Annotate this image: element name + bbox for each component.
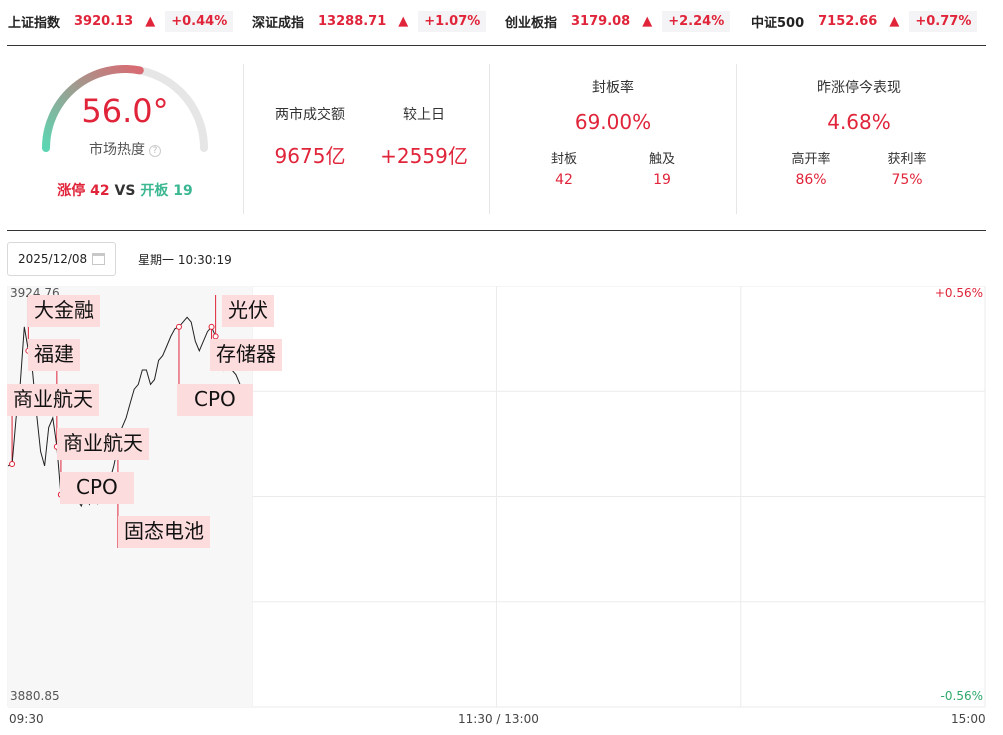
index-name: 上证指数 (8, 15, 61, 31)
index-name: 深证成指 (252, 15, 305, 31)
sealed-label: 封板 (550, 152, 577, 167)
index-change-badge: +1.07% (418, 10, 487, 32)
opened-count: 19 (173, 183, 193, 199)
index-change-badge: +2.24% (662, 10, 731, 32)
limit-up-label: 涨停 (57, 183, 86, 199)
y-min-label: 3880.85 (10, 689, 60, 703)
index-price: 3179.08 (571, 13, 631, 29)
heat-value: 56.0° (81, 92, 169, 130)
pct-max-label: +0.56% (934, 286, 983, 300)
touched-label: 触及 (648, 152, 675, 167)
seal-rate-value: 69.00% (574, 110, 652, 134)
sector-tag[interactable]: CPO (60, 472, 134, 504)
weekday-time: 星期一 10:30:19 (138, 253, 232, 267)
pct-min-label: -0.56% (940, 689, 983, 703)
help-icon[interactable]: ? (149, 145, 161, 157)
x-tick-close: 15:00 (951, 712, 986, 726)
sealed-value: 42 (555, 172, 573, 188)
touched-value: 19 (653, 172, 671, 188)
sector-tag[interactable]: 固态电池 (118, 516, 210, 548)
date-picker[interactable]: 2025/12/08 (7, 242, 116, 276)
heat-label: 市场热度 (89, 142, 145, 158)
divider (489, 64, 490, 214)
ticker-item[interactable]: 创业板指 3179.08 ▲ +2.24% (505, 9, 731, 33)
x-tick-open: 09:30 (9, 712, 44, 726)
sector-tag[interactable]: 光伏 (222, 295, 274, 327)
sector-tag[interactable]: 福建 (28, 339, 80, 371)
index-price: 13288.71 (318, 13, 387, 29)
limit-up-vs-opened: 涨停 42 VS 开板 19 (40, 180, 210, 200)
up-arrow-icon: ▲ (642, 13, 653, 29)
divider (7, 230, 986, 231)
sector-tag[interactable]: 商业航天 (7, 384, 99, 416)
index-change-badge: +0.77% (909, 10, 978, 32)
turnover-diff-value: +2559亿 (380, 144, 468, 168)
high-open-label: 高开率 (791, 152, 831, 167)
index-price: 3920.13 (74, 13, 134, 29)
annotation-dot (208, 323, 215, 330)
sector-tag[interactable]: 大金融 (28, 295, 100, 327)
turnover-value: 9675亿 (274, 144, 346, 168)
ticker-item[interactable]: 深证成指 13288.71 ▲ +1.07% (252, 9, 487, 33)
divider (243, 64, 244, 214)
index-change-badge: +0.44% (165, 10, 234, 32)
index-price: 7152.66 (818, 13, 878, 29)
sector-tag[interactable]: 存储器 (210, 339, 282, 371)
calendar-icon[interactable] (92, 253, 105, 265)
up-arrow-icon: ▲ (145, 13, 156, 29)
index-ticker-bar: 上证指数 3920.13 ▲ +0.44% 深证成指 13288.71 ▲ +1… (0, 0, 1003, 42)
profit-label: 获利率 (887, 152, 927, 167)
annotation-dot (175, 323, 182, 330)
high-open-value: 86% (795, 172, 827, 188)
date-value: 2025/12/08 (18, 252, 88, 266)
limit-up-count: 42 (90, 183, 110, 199)
index-name: 创业板指 (505, 15, 558, 31)
annotation-dot (9, 460, 16, 467)
profit-value: 75% (891, 172, 923, 188)
ticker-item[interactable]: 上证指数 3920.13 ▲ +0.44% (8, 9, 234, 33)
seal-rate-title: 封板率 (592, 80, 634, 96)
heat-label-row: 市场热度? (60, 139, 190, 159)
turnover-diff-label: 较上日 (403, 107, 445, 123)
index-name: 中证500 (751, 15, 805, 31)
yesterday-value: 4.68% (827, 110, 891, 134)
ticker-item[interactable]: 中证500 7152.66 ▲ +0.77% (751, 9, 978, 33)
yesterday-title: 昨涨停今表现 (817, 80, 901, 96)
vs-text: VS (114, 183, 136, 199)
turnover-label: 两市成交额 (275, 107, 345, 123)
intraday-chart[interactable] (0, 286, 1003, 735)
up-arrow-icon: ▲ (889, 13, 900, 29)
divider (7, 45, 986, 46)
divider (736, 64, 737, 214)
sector-tag[interactable]: 商业航天 (57, 428, 149, 460)
sector-tag[interactable]: CPO (177, 384, 253, 416)
x-tick-midday: 11:30 / 13:00 (458, 712, 539, 726)
up-arrow-icon: ▲ (398, 13, 409, 29)
opened-label: 开板 (140, 183, 169, 199)
